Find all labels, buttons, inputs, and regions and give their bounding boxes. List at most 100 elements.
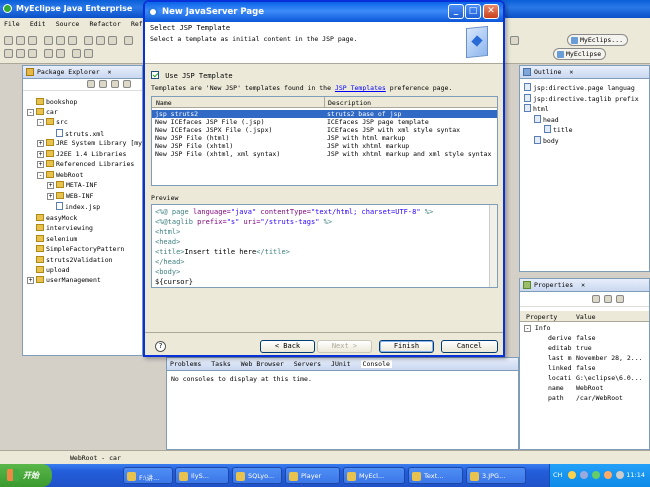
open-type-icon[interactable] — [124, 36, 133, 45]
maximize-button[interactable]: □ — [465, 4, 481, 19]
taskbar-button[interactable]: Text... — [408, 467, 463, 484]
preview-scrollbar[interactable] — [489, 205, 497, 287]
tree-item[interactable]: + WEB-INF — [47, 191, 93, 202]
deploy-icon[interactable] — [28, 49, 37, 58]
jsp-templates-link[interactable]: JSP Templates — [335, 84, 386, 92]
tree-item[interactable]: selenium — [27, 234, 77, 244]
template-row[interactable]: jsp struts2 struts2 base of jsp — [152, 110, 497, 118]
open-perspective-icon[interactable] — [510, 36, 519, 45]
new-java-project-icon[interactable] — [84, 36, 93, 45]
outline-item[interactable]: html — [524, 104, 549, 114]
start-button[interactable]: 开始 — [0, 464, 52, 487]
ime-indicator[interactable]: CH — [553, 471, 562, 479]
taskbar-button[interactable]: Player — [285, 467, 340, 484]
taskbar-button[interactable]: IlyS... — [175, 467, 229, 484]
tree-item[interactable]: SimpleFactoryPattern — [27, 244, 124, 254]
back-nav-icon[interactable] — [87, 80, 95, 88]
print-icon[interactable] — [28, 36, 37, 45]
outline-item[interactable]: body — [534, 135, 559, 146]
tree-item[interactable]: index.jsp — [47, 202, 100, 212]
dialog-title-bar[interactable]: New JavaServer Page _ □ ✕ — [145, 2, 503, 22]
filter-icon[interactable] — [604, 295, 612, 303]
taskbar-button[interactable]: MyEcl... — [343, 467, 405, 484]
finish-button[interactable]: Finish — [379, 340, 434, 353]
property-row[interactable]: locati G:\eclipse\6.0... — [520, 374, 649, 384]
tray-icon[interactable] — [568, 471, 576, 479]
forward-icon[interactable] — [84, 49, 93, 58]
outline-item[interactable]: head — [534, 114, 559, 125]
property-row[interactable]: linked false — [520, 364, 649, 374]
tray-icon[interactable] — [592, 471, 600, 479]
outline-tab[interactable]: Outline ✕ — [520, 66, 649, 79]
property-row[interactable]: path/car/WebRoot — [520, 394, 649, 404]
next-annotation-icon[interactable] — [44, 49, 53, 58]
package-explorer-tab[interactable]: Package Explorer ✕ — [23, 66, 142, 79]
collapse-icon[interactable]: - — [37, 119, 44, 126]
tab-junit[interactable]: JUnit — [331, 360, 351, 368]
template-row[interactable]: New JSP File (html) JSP with html markup — [152, 134, 497, 142]
tree-item[interactable]: + userManagement — [27, 275, 101, 286]
prev-annotation-icon[interactable] — [56, 49, 65, 58]
tree-item[interactable]: - WebRoot — [37, 170, 83, 181]
web-browser-icon[interactable] — [16, 49, 25, 58]
new-icon[interactable] — [4, 36, 13, 45]
forward-nav-icon[interactable] — [99, 80, 107, 88]
tab-servers[interactable]: Servers — [294, 360, 321, 368]
use-template-label[interactable]: Use JSP Template — [165, 72, 232, 80]
menu-refactor[interactable]: Refactor — [89, 20, 120, 28]
property-row[interactable]: last m November 28, 2... — [520, 354, 649, 364]
close-button[interactable]: ✕ — [483, 4, 499, 19]
expand-icon[interactable]: + — [27, 276, 34, 284]
expand-icon[interactable]: + — [37, 161, 44, 168]
tab-web-browser[interactable]: Web Browser — [241, 360, 284, 368]
expand-icon[interactable]: + — [47, 192, 54, 200]
tree-item[interactable]: bookshop — [27, 97, 77, 107]
tree-item[interactable]: + J2EE 1.4 Libraries — [37, 149, 126, 160]
tree-item[interactable]: interviewing — [27, 223, 93, 233]
template-row[interactable]: New ICEfaces JSPX File (.jspx) ICEfaces J… — [152, 126, 497, 134]
template-row[interactable]: New JSP File (xhtml) JSP with xhtml marku… — [152, 142, 497, 150]
close-icon[interactable]: ✕ — [581, 281, 585, 289]
property-row[interactable]: editab true — [520, 344, 649, 354]
properties-group-info[interactable]: - Info — [524, 324, 551, 332]
run-icon[interactable] — [56, 36, 65, 45]
menu-file[interactable]: File — [4, 20, 20, 28]
collapse-icon[interactable]: - — [27, 108, 34, 116]
expand-icon[interactable]: + — [37, 140, 44, 147]
perspective-myeclipse-explorer[interactable]: MyEclips... — [567, 34, 629, 46]
outline-item[interactable]: title — [544, 125, 573, 135]
external-tools-icon[interactable] — [68, 36, 77, 45]
perspective-myeclipse[interactable]: MyEclipse — [553, 48, 607, 60]
collapse-icon[interactable]: - — [37, 171, 44, 179]
tree-item[interactable]: struts.xml — [47, 128, 104, 139]
taskbar-button[interactable]: 3.JPG... — [466, 467, 526, 484]
expand-icon[interactable]: + — [37, 150, 44, 158]
outline-item[interactable]: jsp:directive.page languag — [524, 83, 635, 93]
property-row[interactable]: name WebRoot — [520, 384, 649, 394]
debug-icon[interactable] — [44, 36, 53, 45]
tab-console[interactable]: Console — [360, 360, 392, 368]
expand-icon[interactable]: + — [47, 182, 54, 189]
menu-source[interactable]: Source — [56, 20, 79, 28]
help-icon[interactable]: ? — [155, 341, 166, 352]
use-template-checkbox[interactable] — [151, 71, 159, 79]
tray-icon[interactable] — [580, 471, 588, 479]
close-icon[interactable]: ✕ — [108, 68, 112, 76]
tree-item[interactable]: easyMock — [27, 213, 77, 223]
tree-item[interactable]: + META-INF — [47, 181, 97, 191]
collapse-all-icon[interactable] — [111, 80, 119, 88]
link-editor-icon[interactable] — [123, 80, 131, 88]
template-row[interactable]: New ICEfaces JSP File (.jsp) ICEfaces JSP… — [152, 118, 497, 126]
menu-edit[interactable]: Edit — [30, 20, 46, 28]
col-description[interactable]: Description — [324, 97, 371, 107]
tree-item[interactable]: - car — [27, 107, 58, 118]
properties-tab[interactable]: Properties ✕ — [520, 279, 649, 292]
col-name[interactable]: Name — [156, 99, 172, 107]
search-icon[interactable] — [4, 49, 13, 58]
tab-tasks[interactable]: Tasks — [211, 360, 231, 368]
tree-item[interactable]: struts2Validation — [27, 255, 113, 265]
tree-item[interactable]: - src — [37, 118, 68, 128]
cancel-button[interactable]: Cancel — [441, 340, 498, 353]
next-button[interactable]: Next > — [317, 340, 372, 353]
new-class-icon[interactable] — [108, 36, 117, 45]
